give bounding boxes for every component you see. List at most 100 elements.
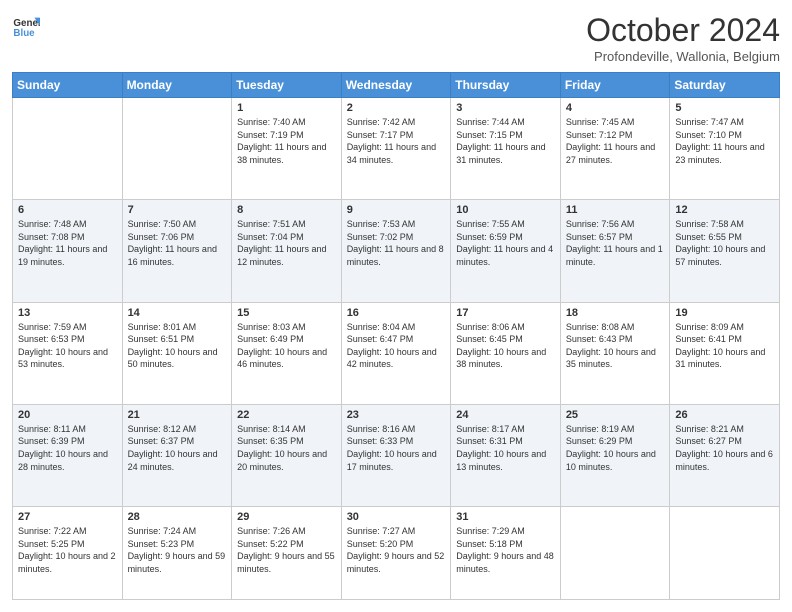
day-number: 17 — [456, 307, 555, 319]
day-info: Sunrise: 8:21 AM Sunset: 6:27 PM Dayligh… — [675, 423, 774, 473]
table-row — [122, 98, 232, 200]
day-number: 14 — [128, 307, 227, 319]
day-number: 23 — [347, 409, 446, 421]
table-row: 17Sunrise: 8:06 AM Sunset: 6:45 PM Dayli… — [451, 302, 561, 404]
col-tuesday: Tuesday — [232, 73, 342, 98]
day-info: Sunrise: 7:58 AM Sunset: 6:55 PM Dayligh… — [675, 218, 774, 268]
table-row: 30 Sunrise: 7:27 AM Sunset: 5:20 PM Dayli… — [341, 507, 451, 600]
svg-text:Blue: Blue — [13, 28, 35, 39]
day-number: 1 — [237, 102, 336, 114]
col-friday: Friday — [560, 73, 670, 98]
table-row: 8 Sunrise: 7:51 AM Sunset: 7:04 PM Daylig… — [232, 200, 342, 302]
col-saturday: Saturday — [670, 73, 780, 98]
day-info: Sunrise: 8:12 AM Sunset: 6:37 PM Dayligh… — [128, 423, 227, 473]
day-number: 7 — [128, 204, 227, 216]
table-row: 23 Sunrise: 8:16 AM Sunset: 6:33 PM Dayli… — [341, 404, 451, 506]
day-number: 29 — [237, 511, 336, 523]
day-number: 3 — [456, 102, 555, 114]
calendar-week-row: 6Sunrise: 7:48 AM Sunset: 7:08 PM Daylig… — [13, 200, 780, 302]
day-number: 12 — [675, 204, 774, 216]
table-row: 2Sunrise: 7:42 AM Sunset: 7:17 PM Daylig… — [341, 98, 451, 200]
day-number: 24 — [456, 409, 555, 421]
day-number: 21 — [128, 409, 227, 421]
day-info: Sunrise: 7:53 AM Sunset: 7:02 PM Dayligh… — [347, 218, 446, 268]
col-wednesday: Wednesday — [341, 73, 451, 98]
logo: General Blue — [12, 12, 40, 40]
day-info: Sunrise: 8:11 AM Sunset: 6:39 PM Dayligh… — [18, 423, 117, 473]
day-info: Sunrise: 8:14 AM Sunset: 6:35 PM Dayligh… — [237, 423, 336, 473]
table-row — [13, 98, 123, 200]
day-info: Sunrise: 7:45 AM Sunset: 7:12 PM Dayligh… — [566, 116, 665, 166]
calendar-table: Sunday Monday Tuesday Wednesday Thursday… — [12, 72, 780, 600]
table-row: 24 Sunrise: 8:17 AM Sunset: 6:31 PM Dayli… — [451, 404, 561, 506]
table-row: 16 Sunrise: 8:04 AM Sunset: 6:47 PM Dayli… — [341, 302, 451, 404]
table-row: 11 Sunrise: 7:56 AM Sunset: 6:57 PM Dayli… — [560, 200, 670, 302]
day-info: Sunrise: 8:01 AM Sunset: 6:51 PM Dayligh… — [128, 321, 227, 371]
day-info: Sunrise: 7:24 AM Sunset: 5:23 PM Dayligh… — [128, 525, 227, 575]
title-section: October 2024 Profondeville, Wallonia, Be… — [586, 12, 780, 64]
day-number: 13 — [18, 307, 117, 319]
day-info: Sunrise: 8:16 AM Sunset: 6:33 PM Dayligh… — [347, 423, 446, 473]
calendar-week-row: 27 Sunrise: 7:22 AM Sunset: 5:25 PM Dayli… — [13, 507, 780, 600]
day-number: 18 — [566, 307, 665, 319]
day-info: Sunrise: 7:47 AM Sunset: 7:10 PM Dayligh… — [675, 116, 774, 166]
location-subtitle: Profondeville, Wallonia, Belgium — [586, 49, 780, 64]
day-info: Sunrise: 7:51 AM Sunset: 7:04 PM Dayligh… — [237, 218, 336, 268]
day-info: Sunrise: 7:59 AM Sunset: 6:53 PM Dayligh… — [18, 321, 117, 371]
calendar-week-row: 20 Sunrise: 8:11 AM Sunset: 6:39 PM Dayli… — [13, 404, 780, 506]
table-row: 28 Sunrise: 7:24 AM Sunset: 5:23 PM Dayli… — [122, 507, 232, 600]
day-number: 6 — [18, 204, 117, 216]
day-number: 30 — [347, 511, 446, 523]
page: General Blue October 2024 Profondeville,… — [0, 0, 792, 612]
col-thursday: Thursday — [451, 73, 561, 98]
table-row: 3 Sunrise: 7:44 AM Sunset: 7:15 PM Daylig… — [451, 98, 561, 200]
table-row: 5 Sunrise: 7:47 AM Sunset: 7:10 PM Daylig… — [670, 98, 780, 200]
day-number: 19 — [675, 307, 774, 319]
day-info: Sunrise: 8:08 AM Sunset: 6:43 PM Dayligh… — [566, 321, 665, 371]
table-row: 6Sunrise: 7:48 AM Sunset: 7:08 PM Daylig… — [13, 200, 123, 302]
day-number: 15 — [237, 307, 336, 319]
day-number: 5 — [675, 102, 774, 114]
day-number: 10 — [456, 204, 555, 216]
day-number: 16 — [347, 307, 446, 319]
table-row: 10Sunrise: 7:55 AM Sunset: 6:59 PM Dayli… — [451, 200, 561, 302]
table-row: 9 Sunrise: 7:53 AM Sunset: 7:02 PM Daylig… — [341, 200, 451, 302]
table-row — [560, 507, 670, 600]
day-info: Sunrise: 8:04 AM Sunset: 6:47 PM Dayligh… — [347, 321, 446, 371]
day-info: Sunrise: 7:22 AM Sunset: 5:25 PM Dayligh… — [18, 525, 117, 575]
day-number: 4 — [566, 102, 665, 114]
table-row: 21 Sunrise: 8:12 AM Sunset: 6:37 PM Dayli… — [122, 404, 232, 506]
day-number: 9 — [347, 204, 446, 216]
table-row: 12 Sunrise: 7:58 AM Sunset: 6:55 PM Dayli… — [670, 200, 780, 302]
table-row: 13 Sunrise: 7:59 AM Sunset: 6:53 PM Dayli… — [13, 302, 123, 404]
day-number: 8 — [237, 204, 336, 216]
table-row: 15Sunrise: 8:03 AM Sunset: 6:49 PM Dayli… — [232, 302, 342, 404]
day-number: 11 — [566, 204, 665, 216]
day-number: 28 — [128, 511, 227, 523]
day-info: Sunrise: 7:56 AM Sunset: 6:57 PM Dayligh… — [566, 218, 665, 268]
table-row: 4 Sunrise: 7:45 AM Sunset: 7:12 PM Daylig… — [560, 98, 670, 200]
day-info: Sunrise: 7:40 AM Sunset: 7:19 PM Dayligh… — [237, 116, 336, 166]
day-info: Sunrise: 8:17 AM Sunset: 6:31 PM Dayligh… — [456, 423, 555, 473]
day-number: 25 — [566, 409, 665, 421]
table-row: 1 Sunrise: 7:40 AM Sunset: 7:19 PM Daylig… — [232, 98, 342, 200]
col-sunday: Sunday — [13, 73, 123, 98]
day-number: 22 — [237, 409, 336, 421]
day-info: Sunrise: 7:44 AM Sunset: 7:15 PM Dayligh… — [456, 116, 555, 166]
col-monday: Monday — [122, 73, 232, 98]
table-row: 22 Sunrise: 8:14 AM Sunset: 6:35 PM Dayli… — [232, 404, 342, 506]
table-row: 7 Sunrise: 7:50 AM Sunset: 7:06 PM Daylig… — [122, 200, 232, 302]
day-number: 20 — [18, 409, 117, 421]
day-info: Sunrise: 7:50 AM Sunset: 7:06 PM Dayligh… — [128, 218, 227, 268]
day-info: Sunrise: 7:27 AM Sunset: 5:20 PM Dayligh… — [347, 525, 446, 575]
table-row: 19 Sunrise: 8:09 AM Sunset: 6:41 PM Dayli… — [670, 302, 780, 404]
month-title: October 2024 — [586, 12, 780, 49]
header: General Blue October 2024 Profondeville,… — [12, 12, 780, 64]
day-number: 27 — [18, 511, 117, 523]
table-row — [670, 507, 780, 600]
day-info: Sunrise: 8:09 AM Sunset: 6:41 PM Dayligh… — [675, 321, 774, 371]
day-info: Sunrise: 7:42 AM Sunset: 7:17 PM Dayligh… — [347, 116, 446, 166]
day-info: Sunrise: 7:29 AM Sunset: 5:18 PM Dayligh… — [456, 525, 555, 575]
table-row: 20 Sunrise: 8:11 AM Sunset: 6:39 PM Dayli… — [13, 404, 123, 506]
day-number: 26 — [675, 409, 774, 421]
